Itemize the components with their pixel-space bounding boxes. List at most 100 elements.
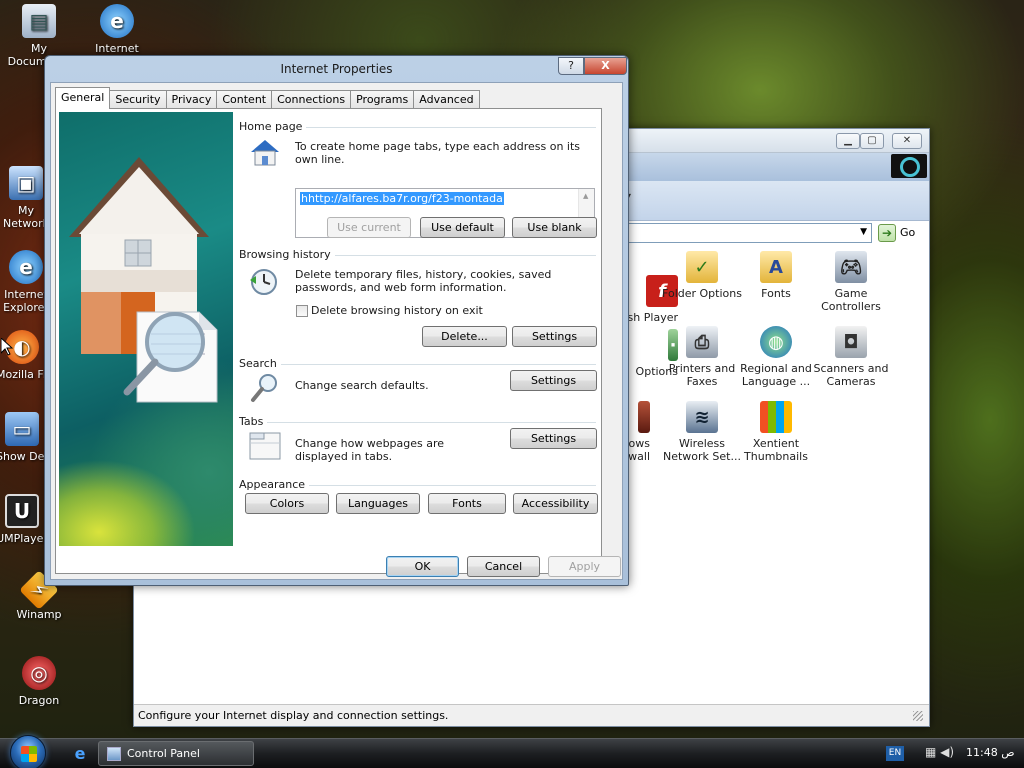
cancel-button[interactable]: Cancel (467, 556, 540, 577)
cp-item-game-controllers[interactable]: 🎮︎ Game Controllers (809, 251, 893, 313)
cp-item-label: Printers and Faxes (668, 362, 736, 388)
search-title: Search (239, 357, 281, 370)
appearance-title: Appearance (239, 478, 310, 491)
help-button[interactable]: ? (558, 57, 584, 75)
languages-button[interactable]: Languages (336, 493, 420, 514)
tab-general[interactable]: General (55, 87, 111, 109)
colors-button[interactable]: Colors (245, 493, 329, 514)
browsing-history-description: Delete temporary files, history, cookies… (295, 268, 552, 294)
resize-grip-icon[interactable] (913, 711, 923, 721)
tab-strip: General Security Privacy Content Connect… (55, 87, 480, 109)
clock[interactable]: 11:48 ص (966, 746, 1015, 759)
fonts-icon: A (760, 251, 792, 283)
go-arrow-icon: ➔ (878, 224, 896, 242)
tray-icons: ▦ ◀︎) (925, 745, 954, 759)
close-button[interactable]: ✕ (892, 133, 922, 149)
delete-on-exit-label[interactable]: Delete browsing history on exit (311, 304, 483, 317)
cp-item-label: Game Controllers (821, 287, 881, 313)
cp-item-regional-and-language[interactable]: ◍ Regional and Language ... (734, 326, 818, 388)
close-button[interactable]: X (584, 57, 627, 75)
control-panel-icon (107, 747, 121, 761)
taskbar-button-label: Control Panel (127, 747, 200, 760)
cp-item-folder-options[interactable]: ✓ Folder Options (660, 251, 744, 300)
desktop-icon-umplayer[interactable]: U UMPlayer (0, 494, 48, 545)
minimize-button[interactable]: ▁ (836, 133, 860, 149)
cp-item-label: Xentient Thumbnails (744, 437, 808, 463)
internet-explorer-icon: e (9, 250, 43, 284)
maximize-button[interactable]: ▢ (860, 133, 884, 149)
my-documents-icon: ▤ (22, 4, 56, 38)
home-page-description: To create home page tabs, type each addr… (295, 140, 581, 166)
address-bar[interactable]: ▼ (624, 223, 872, 243)
search-settings-button[interactable]: Settings (510, 370, 597, 391)
desktop-icon-internet-explorer[interactable]: e Internet Explorer (78, 4, 156, 55)
tabs-divider (239, 422, 596, 423)
house-magnifier-icon (69, 157, 218, 403)
tab-advanced[interactable]: Advanced (413, 90, 480, 109)
folder-options-icon: ✓ (686, 251, 718, 283)
delete-history-button[interactable]: Delete... (422, 326, 507, 347)
network-tray-icon[interactable]: ▦ (925, 745, 936, 759)
ok-button[interactable]: OK (386, 556, 459, 577)
desktop-icon-label: Winamp (16, 608, 62, 621)
search-description: Change search defaults. (295, 379, 429, 392)
use-default-button[interactable]: Use default (420, 217, 505, 238)
desktop-icon-show-desktop[interactable]: ▭ Show Desktop (0, 412, 48, 463)
go-button[interactable]: ➔ Go (876, 223, 921, 243)
delete-on-exit-checkbox[interactable] (296, 305, 308, 317)
apply-button[interactable]: Apply (548, 556, 621, 577)
tab-programs[interactable]: Programs (350, 90, 415, 109)
search-divider (239, 364, 596, 365)
cp-item-label: Fonts (761, 287, 791, 300)
tabs-window-icon (248, 429, 282, 461)
cp-item-wireless-network-setup[interactable]: ≋ Wireless Network Set... (660, 401, 744, 463)
cp-item-label: Regional and Language ... (740, 362, 812, 388)
cp-item-label: Wireless Network Set... (663, 437, 741, 463)
printer-icon: ⎙ (686, 326, 718, 358)
globe-icon: ◍ (760, 326, 792, 358)
tab-content[interactable]: Content (216, 90, 273, 109)
use-blank-button[interactable]: Use blank (512, 217, 597, 238)
start-button[interactable] (10, 735, 46, 768)
taskbar-button-control-panel[interactable]: Control Panel (98, 741, 254, 766)
tabs-description: Change how webpages are displayed in tab… (295, 437, 445, 463)
tabs-settings-button[interactable]: Settings (510, 428, 597, 449)
cp-item-scanners-and-cameras[interactable]: ◘ Scanners and Cameras (809, 326, 893, 388)
game-controller-icon: 🎮︎ (835, 251, 867, 283)
internet-properties-dialog[interactable]: Internet Properties ? X General Security… (44, 55, 629, 586)
home-page-title: Home page (239, 120, 307, 133)
dialog-body: General Security Privacy Content Connect… (50, 82, 623, 580)
firewall-icon (638, 401, 650, 433)
internet-explorer-quicklaunch-icon[interactable]: e (70, 744, 90, 764)
use-current-button[interactable]: Use current (327, 217, 411, 238)
desktop-icon-dragon[interactable]: ◎ Dragon (0, 656, 78, 707)
cp-item-printers-and-faxes[interactable]: ⎙ Printers and Faxes (660, 326, 744, 388)
tab-connections[interactable]: Connections (271, 90, 352, 109)
status-text: Configure your Internet display and conn… (138, 709, 449, 722)
go-label: Go (900, 226, 916, 239)
thumbnails-icon (760, 401, 792, 433)
tab-privacy[interactable]: Privacy (165, 90, 218, 109)
cp-item-label: Scanners and Cameras (813, 362, 889, 388)
umplayer-icon: U (5, 494, 39, 528)
mouse-cursor-icon (1, 338, 13, 356)
dragon-icon: ◎ (22, 656, 56, 690)
chevron-down-icon[interactable]: ▼ (860, 227, 867, 237)
desktop-icon-label: Mozilla Firefox (0, 368, 48, 381)
show-desktop-icon: ▭ (5, 412, 39, 446)
browsing-history-title: Browsing history (239, 248, 335, 261)
internet-explorer-icon: e (100, 4, 134, 38)
banner-image (59, 112, 233, 546)
desktop-icon-label: Show Desktop (0, 450, 48, 463)
desktop-icon-label: UMPlayer (0, 532, 48, 545)
cp-item-fonts[interactable]: A Fonts (734, 251, 818, 300)
volume-icon[interactable]: ◀︎) (940, 745, 954, 759)
magnifier-icon (248, 371, 282, 403)
accessibility-button[interactable]: Accessibility (513, 493, 598, 514)
cp-item-xentient-thumbnails[interactable]: Xentient Thumbnails (734, 401, 818, 463)
fonts-button[interactable]: Fonts (428, 493, 506, 514)
history-settings-button[interactable]: Settings (512, 326, 597, 347)
cp-item-label: Folder Options (662, 287, 742, 300)
language-indicator[interactable]: EN (886, 746, 904, 761)
tab-security[interactable]: Security (109, 90, 167, 109)
